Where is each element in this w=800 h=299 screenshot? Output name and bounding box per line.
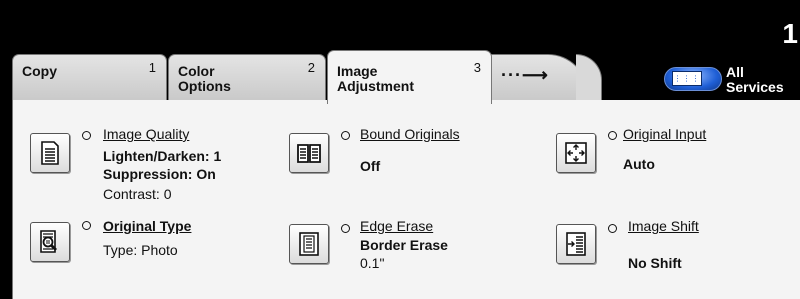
bound-originals-button[interactable] [289, 133, 329, 173]
image-quality-suppression: Suppression: On [103, 166, 216, 182]
image-shift-icon [566, 232, 586, 256]
arrows-frame-icon [565, 142, 587, 164]
original-type-button[interactable] [30, 222, 70, 262]
image-quality-title[interactable]: Image Quality [103, 126, 189, 142]
image-quality-contrast: Contrast: 0 [103, 186, 172, 202]
tab-image-adjustment-label: Image Adjustment [337, 63, 414, 94]
original-input-indicator [608, 131, 617, 140]
edge-erase-title[interactable]: Edge Erase [360, 218, 433, 234]
edge-erase-button[interactable] [289, 224, 329, 264]
services-grid-icon: ⋮⋮⋮ [672, 71, 702, 86]
document-icon [41, 141, 59, 165]
more-tabs-arrow-icon: ···⟶ [501, 65, 549, 85]
image-shift-button[interactable] [556, 224, 596, 264]
edge-erase-icon [299, 232, 319, 256]
tab-color-options-number: 2 [307, 60, 315, 75]
image-shift-value: No Shift [628, 255, 682, 271]
image-quality-indicator [82, 131, 91, 140]
tab-copy[interactable]: Copy 1 [12, 54, 167, 101]
original-input-button[interactable] [556, 133, 596, 173]
original-type-indicator [82, 221, 91, 230]
image-shift-indicator [608, 224, 617, 233]
original-input-title[interactable]: Original Input [623, 126, 706, 142]
original-type-value: Type: Photo [103, 242, 178, 258]
magnifier-document-icon [40, 230, 57, 253]
tab-copy-label: Copy [22, 63, 57, 79]
page-number: 1 [782, 18, 798, 49]
bound-originals-indicator [341, 131, 350, 140]
tab-color-options-label: Color Options [178, 63, 231, 94]
bound-originals-value: Off [360, 158, 381, 174]
bound-originals-title[interactable]: Bound Originals [360, 126, 460, 142]
image-quality-button[interactable] [30, 133, 70, 173]
all-services-button[interactable]: ⋮⋮⋮ All Services [654, 62, 800, 98]
open-book-icon [297, 144, 321, 163]
tab-image-adjustment[interactable]: Image Adjustment 3 [327, 50, 492, 104]
original-type-title[interactable]: Original Type [103, 218, 191, 234]
tab-copy-number: 1 [148, 60, 156, 75]
image-shift-title[interactable]: Image Shift [628, 218, 699, 234]
edge-erase-mode: Border Erase [360, 237, 448, 253]
edge-erase-indicator [341, 224, 350, 233]
tab-color-options[interactable]: Color Options 2 [168, 54, 326, 101]
edge-erase-amount: 0.1" [360, 255, 385, 271]
tab-image-adjustment-number: 3 [473, 60, 481, 75]
image-adjustment-panel: Image Quality Lighten/Darken: 1 Suppress… [12, 100, 800, 299]
original-input-value: Auto [623, 156, 655, 172]
image-quality-lighten-darken: Lighten/Darken: 1 [103, 148, 222, 164]
all-services-label: All Services [726, 64, 784, 95]
